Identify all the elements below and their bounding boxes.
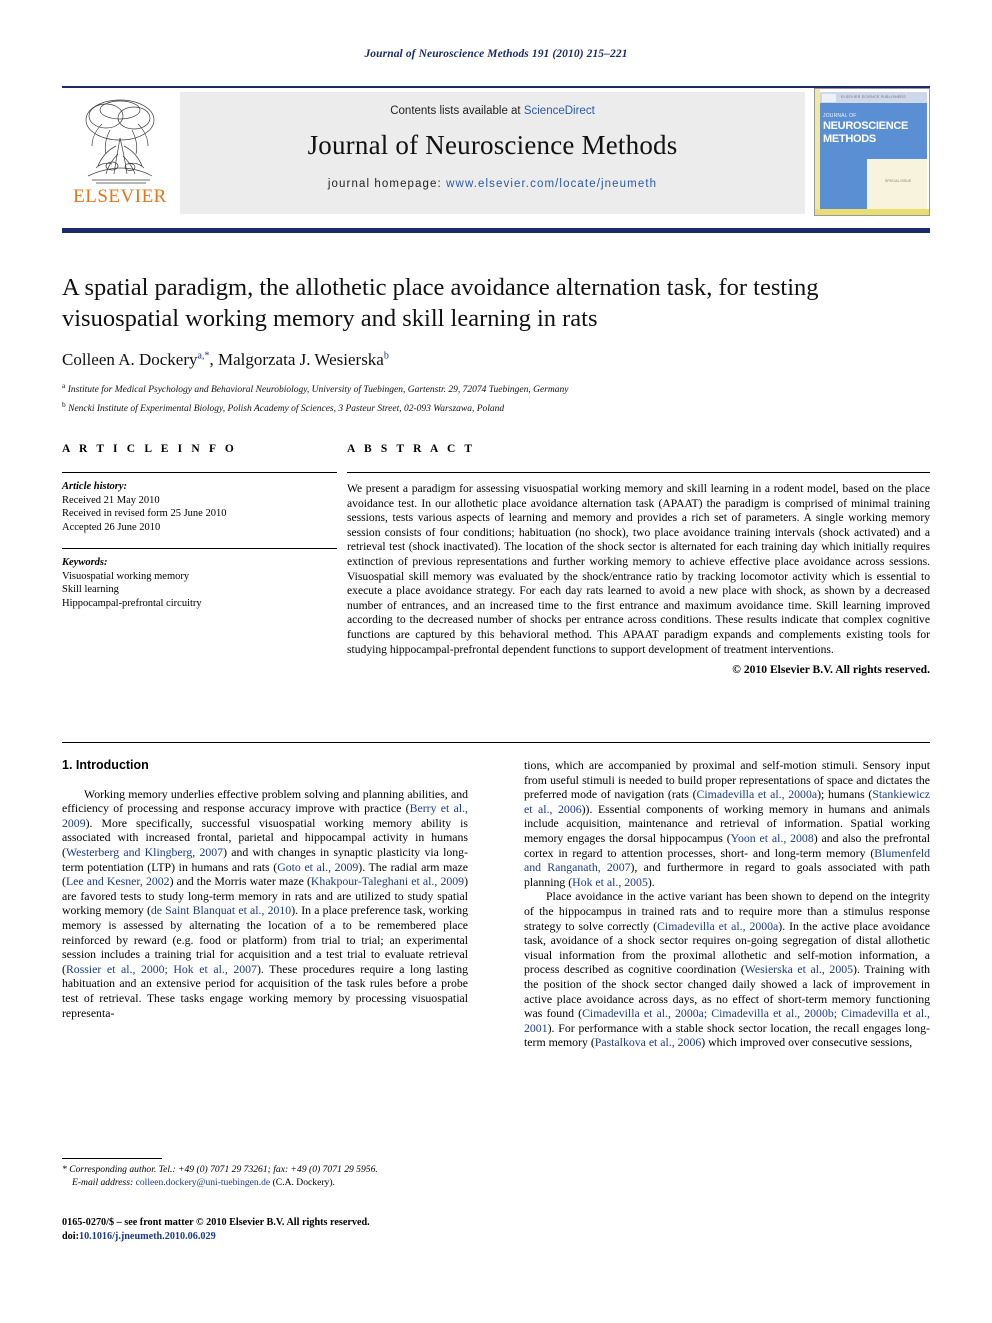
- masthead-center-panel: Contents lists available at ScienceDirec…: [180, 92, 805, 214]
- article-info-column: A R T I C L E I N F O Article history: R…: [62, 443, 337, 610]
- footnote-rule: [62, 1158, 162, 1159]
- elsevier-logo: ELSEVIER: [66, 94, 174, 212]
- affiliation-a-marker: a: [62, 381, 66, 390]
- affiliation-b-marker: b: [62, 400, 66, 410]
- history-revised: Received in revised form 25 June 2010: [62, 508, 227, 519]
- affiliation-a-text: Institute for Medical Psychology and Beh…: [67, 385, 569, 396]
- cover-left-stripe: [815, 89, 820, 215]
- intro-paragraph-1-cont: tions, which are accompanied by proximal…: [524, 758, 931, 889]
- keywords-label: Keywords:: [62, 557, 108, 568]
- cover-line-3: METHODS: [823, 133, 876, 145]
- abstract-column: A B S T R A C T We present a paradigm fo…: [347, 443, 930, 676]
- abstract-heading: A B S T R A C T: [347, 443, 476, 455]
- keywords-group: Keywords: Visuospatial working memory Sk…: [62, 556, 337, 610]
- journal-homepage-line: journal homepage: www.elsevier.com/locat…: [180, 178, 805, 190]
- title-block: A spatial paradigm, the allothetic place…: [62, 272, 930, 416]
- history-received: Received 21 May 2010: [62, 494, 160, 506]
- body-column-left: 1. Introduction Working memory underlies…: [62, 758, 468, 1020]
- cover-inset-panel: [867, 159, 927, 209]
- masthead-bottom-rule: [62, 228, 930, 233]
- footnote-block: * Corresponding author. Tel.: +49 (0) 70…: [62, 1158, 468, 1189]
- history-accepted: Accepted 26 June 2010: [62, 521, 161, 533]
- affiliation-b: b Nencki Institute of Experimental Biolo…: [62, 398, 930, 416]
- corresponding-author-text: * Corresponding author. Tel.: +49 (0) 70…: [62, 1164, 378, 1175]
- page-title: A spatial paradigm, the allothetic place…: [62, 274, 819, 332]
- abstract-text: We present a paradigm for assessing visu…: [347, 482, 930, 656]
- keyword-3: Hippocampal-prefrontal circuitry: [62, 597, 202, 609]
- keyword-2: Skill learning: [62, 584, 119, 595]
- contents-prefix: Contents lists available at: [390, 105, 524, 117]
- section-heading-introduction: 1. Introduction: [62, 758, 149, 772]
- corresponding-author-note: * Corresponding author. Tel.: +49 (0) 70…: [62, 1164, 468, 1189]
- article-history-label: Article history:: [62, 481, 128, 492]
- paper-page: Journal of Neuroscience Methods 191 (201…: [0, 0, 992, 1323]
- doi-label: doi:: [62, 1230, 79, 1242]
- email-label: E-mail address:: [72, 1176, 134, 1188]
- imprint-block: 0165-0270/$ – see front matter © 2010 El…: [62, 1216, 562, 1243]
- sciencedirect-link[interactable]: ScienceDirect: [524, 105, 595, 117]
- intro-paragraph-2: Place avoidance in the active variant ha…: [524, 889, 930, 1050]
- affiliation-b-text: Nencki Institute of Experimental Biology…: [68, 404, 505, 415]
- contents-list-line: Contents lists available at ScienceDirec…: [180, 105, 805, 117]
- article-history-group: Article history: Received 21 May 2010 Re…: [62, 480, 337, 534]
- cover-panel-caption: SPECIAL ISSUE: [884, 179, 912, 183]
- homepage-label: journal homepage:: [327, 178, 447, 190]
- cover-line-1: JOURNAL OF: [823, 113, 857, 119]
- elsevier-tree-icon: [85, 99, 155, 184]
- intro-paragraph-1: Working memory underlies effective probl…: [62, 786, 469, 1020]
- keywords-rule: [62, 548, 337, 549]
- affiliation-a: a Institute for Medical Psychology and B…: [62, 379, 930, 397]
- cover-bottom-stripe: [815, 209, 929, 215]
- issn-front-matter: 0165-0270/$ – see front matter © 2010 El…: [62, 1217, 370, 1228]
- elsevier-wordmark: ELSEVIER: [73, 186, 167, 207]
- body-column-right: tions, which are accompanied by proximal…: [524, 758, 930, 1050]
- masthead-top-rule: [62, 86, 930, 88]
- email-link[interactable]: colleen.dockery@uni-tuebingen.de: [136, 1177, 271, 1188]
- author-list: Colleen A. Dockerya,*, Malgorzata J. Wes…: [62, 350, 389, 369]
- cover-elsevier-mark: [822, 94, 836, 102]
- cover-header-strip: ELSEVIER SCIENCE PUBLISHERS: [841, 95, 906, 99]
- article-info-rule: [62, 472, 337, 473]
- journal-title: Journal of Neuroscience Methods: [307, 130, 678, 160]
- journal-masthead: ELSEVIER Contents lists available at Sci…: [62, 86, 930, 218]
- copyright-line: © 2010 Elsevier B.V. All rights reserved…: [732, 663, 930, 677]
- abstract-bottom-rule: [62, 742, 930, 743]
- article-info-heading: A R T I C L E I N F O: [62, 443, 237, 455]
- doi-link[interactable]: 10.1016/j.jneumeth.2010.06.029: [79, 1231, 216, 1242]
- email-owner: (C.A. Dockery).: [272, 1176, 335, 1188]
- cover-line-2: NEUROSCIENCE: [823, 120, 909, 132]
- doi-line: doi:10.1016/j.jneumeth.2010.06.029: [62, 1230, 562, 1244]
- homepage-url-link[interactable]: www.elsevier.com/locate/jneumeth: [446, 178, 657, 190]
- running-head: Journal of Neuroscience Methods 191 (201…: [364, 48, 628, 60]
- abstract-rule: [347, 472, 930, 473]
- keyword-1: Visuospatial working memory: [62, 570, 190, 582]
- journal-cover-thumbnail: ELSEVIER SCIENCE PUBLISHERS JOURNAL OF N…: [814, 88, 930, 216]
